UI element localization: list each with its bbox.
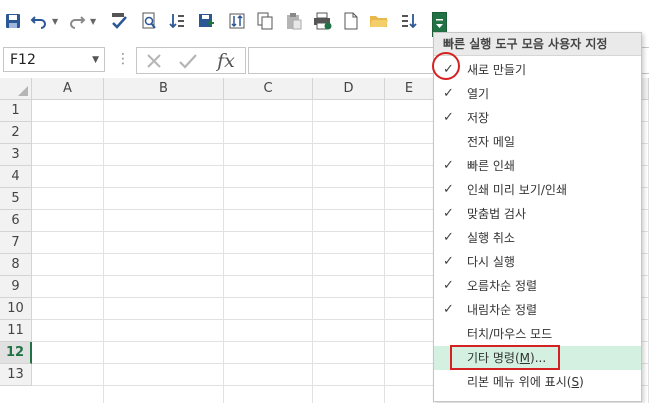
checkmark-icon: ✓ [443,86,454,101]
menu-item[interactable]: ✓ 오름차순 정렬 [434,274,641,298]
menu-item-show-below-ribbon[interactable]: 리본 메뉴 위에 표시(S) [434,370,641,394]
redo-dropdown-icon[interactable]: ▼ [90,17,96,26]
more-dots-icon[interactable]: ⋮ [116,51,130,67]
menu-item[interactable]: ✓ 다시 실행 [434,250,641,274]
show-below-hotkey: S [571,375,580,389]
row-header[interactable]: 9 [0,276,32,298]
show-below-suffix: ) [579,375,584,389]
insert-function-button[interactable]: fx [211,49,241,72]
cancel-icon[interactable] [139,49,169,72]
menu-item-label: 터치/마우스 모드 [467,327,553,341]
row-header[interactable]: 2 [0,122,32,144]
column-header[interactable]: B [104,78,224,100]
sort-descending-icon[interactable] [398,10,420,32]
column-gridline [384,100,385,403]
checkmark-icon: ✓ [443,230,454,245]
print-preview-icon[interactable] [138,10,160,32]
undo-dropdown-icon[interactable]: ▼ [52,17,58,26]
column-gridline [103,100,104,403]
copy-icon[interactable] [254,10,276,32]
save-as-icon[interactable] [196,10,218,32]
open-folder-icon[interactable] [368,10,390,32]
row-header[interactable]: 3 [0,144,32,166]
ribbon-fragment [0,0,649,7]
formula-buttons: fx [136,47,246,74]
menu-item-label: 전자 메일 [467,135,515,149]
row-header[interactable]: 8 [0,254,32,276]
confirm-icon[interactable] [173,49,203,72]
name-box[interactable]: F12 ▼ [3,47,105,72]
column-header[interactable]: C [224,78,313,100]
menu-item-label: 열기 [467,87,490,101]
menu-item-label: 내림차순 정렬 [467,303,538,317]
column-gridline [312,100,313,403]
save-icon[interactable] [2,10,24,32]
row-header[interactable]: 5 [0,188,32,210]
menu-item[interactable]: 전자 메일 [434,130,641,154]
menu-title: 빠른 실행 도구 모음 사용자 지정 [434,33,641,56]
checkmark-icon: ✓ [443,254,454,269]
new-file-icon[interactable] [340,10,362,32]
row-header[interactable]: 12 [0,342,32,364]
checkmark-icon: ✓ [443,158,454,173]
row-header[interactable]: 4 [0,166,32,188]
spell-check-icon[interactable] [108,10,130,32]
menu-item[interactable]: ✓ 내림차순 정렬 [434,298,641,322]
paste-icon[interactable] [283,10,305,32]
checkmark-icon: ✓ [443,110,454,125]
annotation-circle [432,52,460,80]
menu-item-label: 새로 만들기 [467,63,527,77]
menu-item-label: 인쇄 미리 보기/인쇄 [467,183,567,197]
menu-item[interactable]: ✓ 빠른 인쇄 [434,154,641,178]
menu-item-label: 실행 취소 [467,231,515,245]
menu-item[interactable]: 터치/마우스 모드 [434,322,641,346]
column-header[interactable]: E [385,78,434,100]
menu-item-label: 맞춤법 검사 [467,207,527,221]
name-box-value: F12 [10,52,36,68]
show-below-label: 리본 메뉴 위에 표시( [467,375,572,389]
annotation-box [450,345,560,370]
checkmark-icon: ✓ [443,278,454,293]
menu-item-label: 저장 [467,111,490,125]
row-header[interactable]: 11 [0,320,32,342]
menu-item[interactable]: ✓ 맞춤법 검사 [434,202,641,226]
row-header[interactable]: 7 [0,232,32,254]
column-header[interactable]: A [32,78,104,100]
menu-item[interactable]: ✓ 새로 만들기 [434,58,641,82]
sort-icon[interactable] [226,10,248,32]
column-gridline [223,100,224,403]
checkmark-icon: ✓ [443,302,454,317]
checkmark-icon: ✓ [443,206,454,221]
menu-item[interactable]: ✓ 열기 [434,82,641,106]
column-header[interactable]: D [313,78,385,100]
redo-icon[interactable] [66,10,88,32]
row-header[interactable]: 1 [0,100,32,122]
menu-item-label: 오름차순 정렬 [467,279,538,293]
row-header[interactable]: 6 [0,210,32,232]
undo-icon[interactable] [28,10,50,32]
menu-item-label: 빠른 인쇄 [467,159,515,173]
menu-item[interactable]: ✓ 실행 취소 [434,226,641,250]
row-header[interactable]: 10 [0,298,32,320]
chevron-down-icon[interactable]: ▼ [92,55,99,65]
menu-item[interactable]: ✓ 인쇄 미리 보기/인쇄 [434,178,641,202]
checkmark-icon: ✓ [443,182,454,197]
row-header[interactable]: 13 [0,364,32,386]
quick-print-icon[interactable] [312,10,334,32]
menu-item-label: 다시 실행 [467,255,515,269]
select-all-corner[interactable] [0,78,32,100]
menu-item[interactable]: ✓ 저장 [434,106,641,130]
function-icon: fx [217,49,235,72]
sort-ascending-icon[interactable] [166,10,188,32]
